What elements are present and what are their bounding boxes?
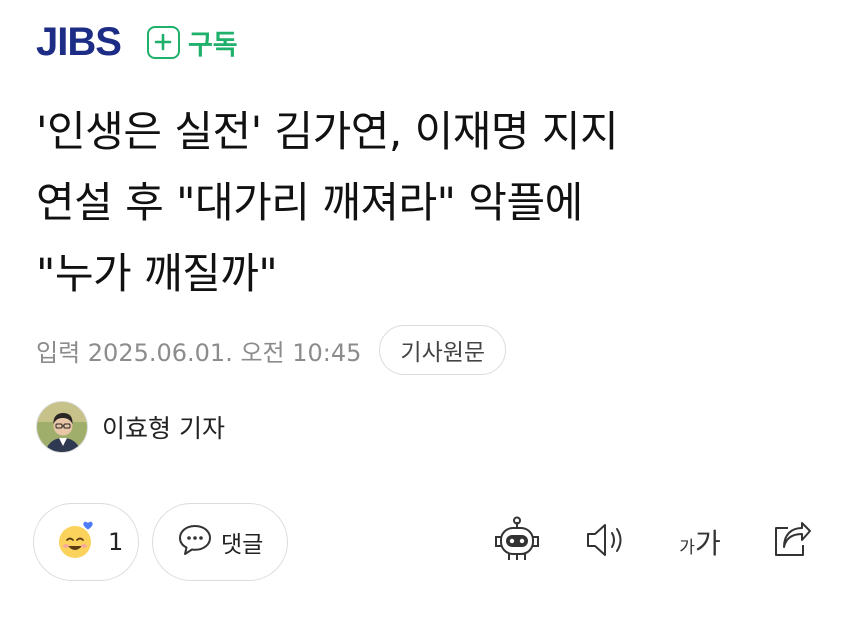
read-aloud-button[interactable]	[580, 516, 632, 568]
robot-summary-icon	[492, 516, 542, 568]
author-info[interactable]: 이효형 기자	[36, 401, 225, 453]
font-small-glyph: 가	[679, 538, 695, 558]
title-line: '인생은 실전' 김가연, 이재명 지지	[36, 107, 619, 156]
like-button[interactable]: 1	[33, 503, 139, 581]
share-button[interactable]	[765, 516, 817, 568]
original-article-button[interactable]: 기사원문	[379, 325, 507, 375]
press-logo[interactable]: JIBS	[36, 22, 122, 62]
comment-label: 댓글	[221, 532, 264, 558]
reporter-name: 이효형 기자	[102, 414, 225, 443]
font-big-glyph: 가	[694, 527, 721, 560]
summary-bot-button[interactable]	[491, 516, 543, 568]
font-size-button[interactable]: 가 가	[670, 516, 730, 568]
reporter-avatar	[36, 401, 88, 453]
article-meta: 입력 2025.06.01. 오전 10:45 기사원문	[36, 325, 507, 375]
article-title: '인생은 실전' 김가연, 이재명 지지 연설 후 "대가리 깨져라" 악플에 …	[36, 96, 826, 309]
like-count: 1	[108, 528, 124, 556]
smile-emoji-icon	[56, 519, 98, 565]
plus-icon	[146, 25, 180, 59]
share-icon	[769, 520, 813, 564]
comment-button[interactable]: 댓글	[152, 503, 288, 581]
title-line: "누가 깨질까"	[36, 249, 278, 298]
speech-bubble-icon	[177, 523, 213, 561]
subscribe-label: 구독	[187, 29, 238, 61]
subscribe-button[interactable]: 구독	[146, 23, 238, 62]
speaker-icon	[583, 520, 629, 564]
title-line: 연설 후 "대가리 깨져라" 악플에	[36, 178, 583, 227]
publish-date: 입력 2025.06.01. 오전 10:45	[36, 338, 362, 367]
font-size-icon: 가 가	[679, 522, 720, 562]
header: JIBS 구독	[36, 20, 238, 64]
